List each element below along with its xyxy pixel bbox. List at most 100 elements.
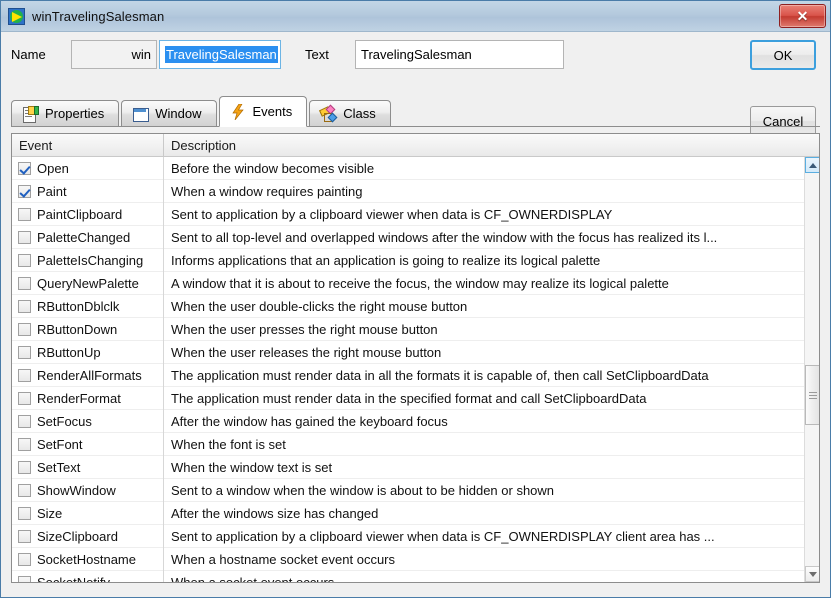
event-checkbox[interactable]	[18, 506, 31, 520]
event-cell: SocketNotify	[12, 570, 164, 582]
grid-header: Event Description	[12, 134, 819, 157]
event-cell: RenderAllFormats	[12, 363, 164, 387]
table-row[interactable]: Size After the windows size has changed	[12, 501, 804, 525]
event-checkbox[interactable]	[18, 552, 31, 566]
event-checkbox[interactable]	[18, 207, 31, 221]
event-cell: RButtonUp	[12, 340, 164, 364]
event-checkbox[interactable]	[18, 483, 31, 497]
event-description: When the window text is set	[171, 459, 333, 475]
table-row[interactable]: RButtonDblclk When the user double-clicks…	[12, 294, 804, 318]
text-label: Text	[305, 47, 329, 62]
table-row[interactable]: SizeClipboard Sent to application by a cl…	[12, 524, 804, 548]
event-checkbox[interactable]	[18, 391, 31, 405]
table-row[interactable]: PaletteChanged Sent to all top-level and …	[12, 225, 804, 249]
chevron-up-icon	[808, 162, 817, 168]
event-checkbox[interactable]	[18, 575, 31, 582]
event-checkbox[interactable]	[18, 437, 31, 451]
event-description: After the windows size has changed	[171, 505, 379, 521]
column-header-description[interactable]: Description	[164, 134, 819, 156]
event-name: Size	[37, 505, 63, 521]
tab-properties[interactable]: Properties	[11, 100, 120, 126]
events-grid: Event Description Open Before the window …	[11, 133, 820, 583]
event-cell: PaletteChanged	[12, 225, 164, 249]
event-name: RenderFormat	[37, 390, 121, 406]
vertical-scrollbar[interactable]	[804, 157, 819, 582]
table-row[interactable]: QueryNewPalette A window that it is about…	[12, 271, 804, 295]
table-row[interactable]: SetFocus After the window has gained the …	[12, 409, 804, 433]
event-name: SetFont	[37, 436, 83, 452]
event-description: Before the window becomes visible	[171, 160, 375, 176]
event-description: When the font is set	[171, 436, 286, 452]
event-checkbox[interactable]	[18, 184, 31, 198]
event-cell: RenderFormat	[12, 386, 164, 410]
event-description: When the user presses the right mouse bu…	[171, 321, 438, 337]
ok-button[interactable]: OK	[750, 40, 816, 70]
tab-events[interactable]: Events	[218, 96, 308, 127]
column-header-event[interactable]: Event	[12, 134, 164, 156]
form-area: Name win TravelingSalesman Text Travelin…	[1, 32, 830, 136]
table-row[interactable]: RButtonDown When the user presses the rig…	[12, 317, 804, 341]
table-row[interactable]: ShowWindow Sent to a window when the wind…	[12, 478, 804, 502]
event-name: PaletteIsChanging	[37, 252, 144, 268]
dialog-window: winTravelingSalesman ✕ Name win Travelin…	[0, 0, 831, 598]
event-checkbox[interactable]	[18, 322, 31, 336]
table-row[interactable]: SocketNotify When a socket event occurs	[12, 570, 804, 583]
table-row[interactable]: RenderFormat The application must render …	[12, 386, 804, 410]
event-cell: SetFocus	[12, 409, 164, 433]
event-cell: Paint	[12, 179, 164, 203]
chevron-down-icon	[808, 571, 817, 577]
name-prefix-input[interactable]: win	[71, 40, 157, 69]
close-icon: ✕	[796, 8, 809, 24]
text-input-value: TravelingSalesman	[361, 47, 472, 62]
event-name: SetText	[37, 459, 81, 475]
grid-body: Open Before the window becomes visible Pai…	[12, 157, 804, 582]
event-checkbox[interactable]	[18, 368, 31, 382]
event-checkbox[interactable]	[18, 253, 31, 267]
event-checkbox[interactable]	[18, 161, 31, 175]
event-description: When a socket event occurs	[171, 574, 335, 583]
window-title: winTravelingSalesman	[32, 8, 165, 24]
event-cell: ShowWindow	[12, 478, 164, 502]
close-button[interactable]: ✕	[779, 4, 826, 28]
table-row[interactable]: SetFont When the font is set	[12, 432, 804, 456]
table-row[interactable]: Paint When a window requires painting	[12, 179, 804, 203]
tab-events-label: Events	[252, 104, 293, 119]
table-row[interactable]: Open Before the window becomes visible	[12, 157, 804, 180]
table-row[interactable]: SetText When the window text is set	[12, 455, 804, 479]
event-name: Open	[37, 160, 69, 176]
event-cell: SocketHostname	[12, 547, 164, 571]
event-checkbox[interactable]	[18, 529, 31, 543]
event-description: When the user releases the right mouse b…	[171, 344, 442, 360]
event-name: RButtonDown	[37, 321, 118, 337]
event-description: After the window has gained the keyboard…	[171, 413, 448, 429]
tab-class[interactable]: Class	[309, 100, 391, 126]
event-checkbox[interactable]	[18, 299, 31, 313]
event-description: Sent to application by a clipboard viewe…	[171, 528, 715, 544]
table-row[interactable]: PaintClipboard Sent to application by a c…	[12, 202, 804, 226]
table-row[interactable]: RenderAllFormats The application must ren…	[12, 363, 804, 387]
event-checkbox[interactable]	[18, 276, 31, 290]
tab-strip: Properties Window Events Class	[11, 94, 820, 127]
event-name: ShowWindow	[37, 482, 116, 498]
event-checkbox[interactable]	[18, 345, 31, 359]
name-prefix-value: win	[131, 47, 151, 62]
table-row[interactable]: RButtonUp When the user releases the righ…	[12, 340, 804, 364]
tab-window[interactable]: Window	[121, 100, 217, 126]
event-description: A window that it is about to receive the…	[171, 275, 669, 291]
text-input[interactable]: TravelingSalesman	[355, 40, 564, 69]
lightning-icon	[230, 103, 246, 120]
event-checkbox[interactable]	[18, 414, 31, 428]
scroll-up-button[interactable]	[805, 157, 819, 173]
table-row[interactable]: PaletteIsChanging Informs applications th…	[12, 248, 804, 272]
scrollbar-thumb[interactable]	[805, 365, 819, 425]
event-cell: Size	[12, 501, 164, 525]
event-name: SizeClipboard	[37, 528, 118, 544]
title-bar: winTravelingSalesman ✕	[1, 1, 830, 32]
class-icon	[319, 104, 338, 122]
event-checkbox[interactable]	[18, 460, 31, 474]
event-description: Sent to a window when the window is abou…	[171, 482, 555, 498]
event-checkbox[interactable]	[18, 230, 31, 244]
name-input[interactable]: TravelingSalesman	[159, 40, 281, 69]
table-row[interactable]: SocketHostname When a hostname socket eve…	[12, 547, 804, 571]
scroll-down-button[interactable]	[805, 566, 819, 582]
